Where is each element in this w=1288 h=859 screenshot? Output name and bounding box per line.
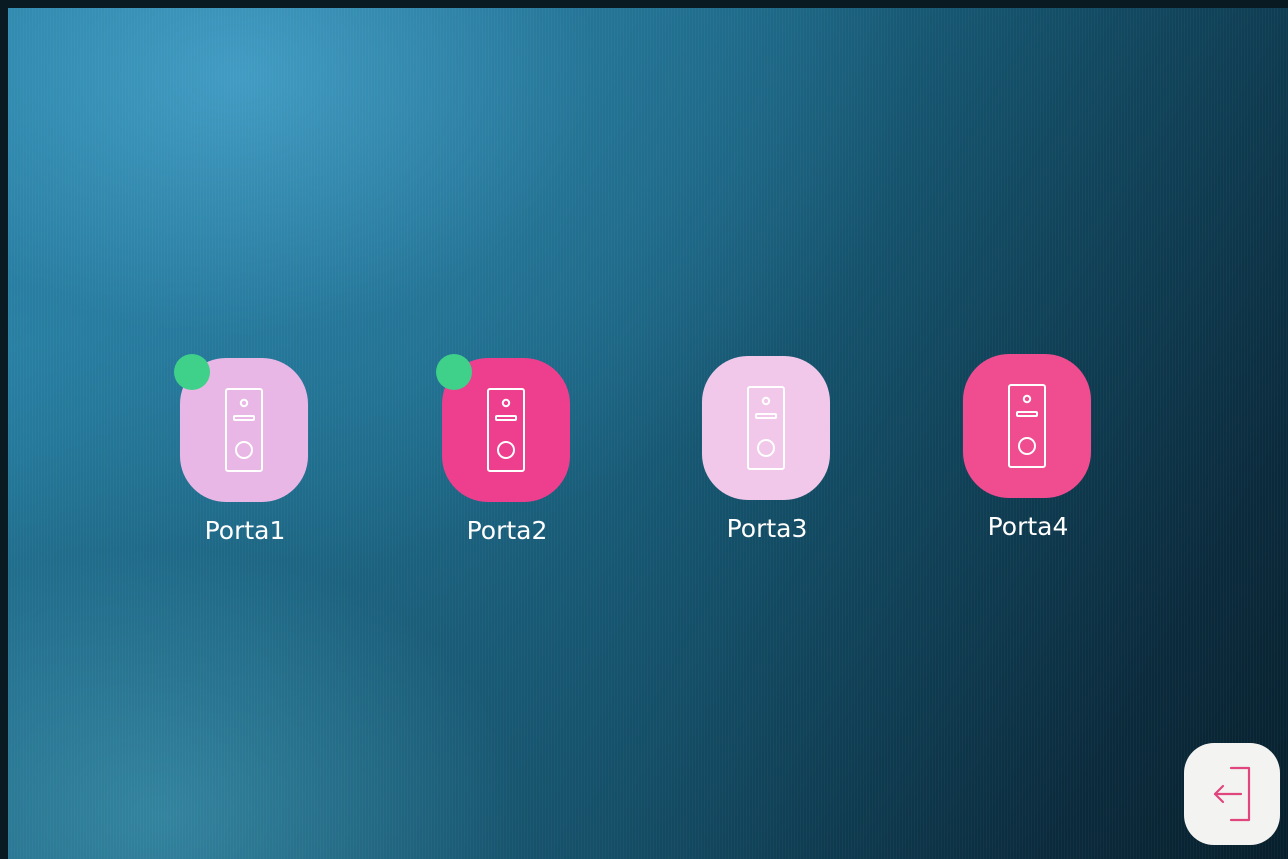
door-icon-box	[963, 354, 1091, 498]
doorbell-icon	[747, 386, 785, 470]
door-icon-box	[436, 354, 570, 502]
door-tile-porta2[interactable]: Porta2	[436, 354, 572, 545]
online-status-dot	[436, 354, 472, 390]
door-label: Porta2	[466, 516, 548, 545]
door-selection-screen: Porta1 Porta2 Porta3 Porta4	[8, 8, 1288, 859]
door-icon-box	[174, 354, 308, 502]
door-label: Porta1	[204, 516, 286, 545]
door-icon-box	[702, 356, 830, 500]
door-tile-porta3[interactable]: Porta3	[702, 356, 832, 543]
doorbell-icon	[487, 388, 525, 472]
door-label: Porta3	[726, 514, 808, 543]
exit-button[interactable]	[1184, 743, 1280, 845]
door-label: Porta4	[987, 512, 1069, 541]
exit-icon	[1213, 766, 1251, 822]
doorbell-icon	[225, 388, 263, 472]
doorbell-icon	[1008, 384, 1046, 468]
online-status-dot	[174, 354, 210, 390]
door-tile-porta1[interactable]: Porta1	[174, 354, 310, 545]
door-tile-porta4[interactable]: Porta4	[963, 354, 1093, 541]
